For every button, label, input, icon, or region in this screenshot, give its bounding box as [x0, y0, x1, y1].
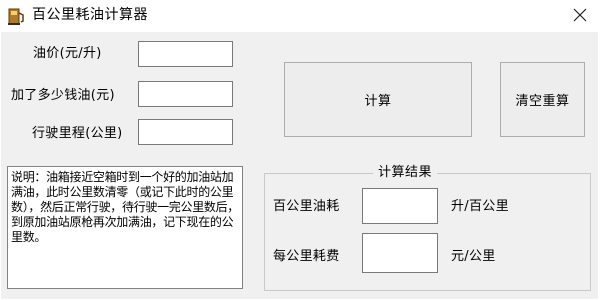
client-area: 油价(元/升) 加了多少钱油(元) 行驶里程(公里) 计算 清空重算 说明：油箱…: [1, 32, 598, 299]
calculate-button[interactable]: 计算: [284, 62, 472, 137]
cost-unit: 元/公里: [451, 249, 496, 264]
clear-button[interactable]: 清空重算: [500, 62, 585, 137]
cost-label: 每公里耗费: [273, 249, 340, 264]
money-added-input[interactable]: [138, 81, 233, 107]
results-group-title: 计算结果: [373, 164, 438, 182]
fuel-pump-icon: [7, 6, 27, 26]
window-title: 百公里耗油计算器: [32, 7, 148, 23]
fuel-price-input[interactable]: [138, 41, 233, 67]
fuel-price-label: 油价(元/升): [33, 46, 102, 61]
cost-output[interactable]: [362, 233, 438, 273]
description-textarea[interactable]: 说明：油箱接近空箱时到一个好的加油站加满油，此时公里数清零（或记下此时的公里数）…: [7, 166, 243, 289]
app-window: 百公里耗油计算器 油价(元/升) 加了多少钱油(元) 行驶里程(公里) 计算 清…: [0, 0, 600, 300]
consumption-label: 百公里油耗: [273, 199, 340, 214]
consumption-output[interactable]: [362, 188, 438, 224]
consumption-unit: 升/百公里: [451, 199, 509, 214]
distance-input[interactable]: [138, 119, 233, 145]
close-icon: [573, 8, 587, 22]
distance-label: 行驶里程(公里): [32, 126, 123, 141]
money-added-label: 加了多少钱油(元): [11, 88, 115, 103]
close-button[interactable]: [566, 3, 594, 27]
title-bar: 百公里耗油计算器: [0, 0, 600, 32]
